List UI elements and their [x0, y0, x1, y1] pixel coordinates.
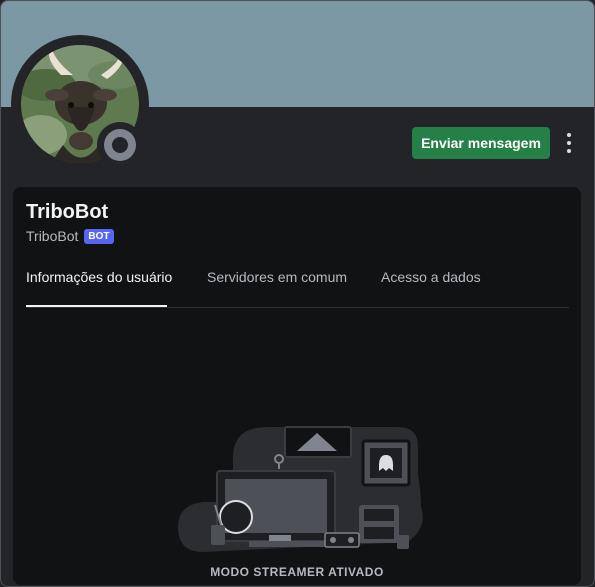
- tab-mutual-servers[interactable]: Servidores em comum: [207, 269, 347, 285]
- tab-divider: [26, 307, 569, 308]
- bot-badge: BOT: [84, 228, 114, 244]
- display-name: TriboBot: [26, 201, 109, 223]
- tab-data-access[interactable]: Acesso a dados: [381, 269, 481, 285]
- active-tab-indicator: [26, 305, 167, 307]
- streamer-mode-text: MODO STREAMER ATIVADO: [210, 565, 384, 579]
- streamer-mode-illustration: [178, 426, 423, 552]
- username-row: TriboBot BOT: [26, 228, 114, 244]
- offline-status-icon: [104, 129, 136, 161]
- user-profile-popout: Enviar mensagem TriboBot TriboBot BOT In…: [0, 0, 595, 587]
- username-tag: TriboBot: [26, 228, 79, 244]
- send-message-button[interactable]: Enviar mensagem: [412, 127, 550, 159]
- more-options-icon[interactable]: [559, 129, 579, 157]
- profile-card: TriboBot TriboBot BOT Informações do usu…: [13, 187, 581, 585]
- tab-user-info[interactable]: Informações do usuário: [26, 269, 172, 285]
- profile-tabs: Informações do usuário Servidores em com…: [26, 259, 569, 309]
